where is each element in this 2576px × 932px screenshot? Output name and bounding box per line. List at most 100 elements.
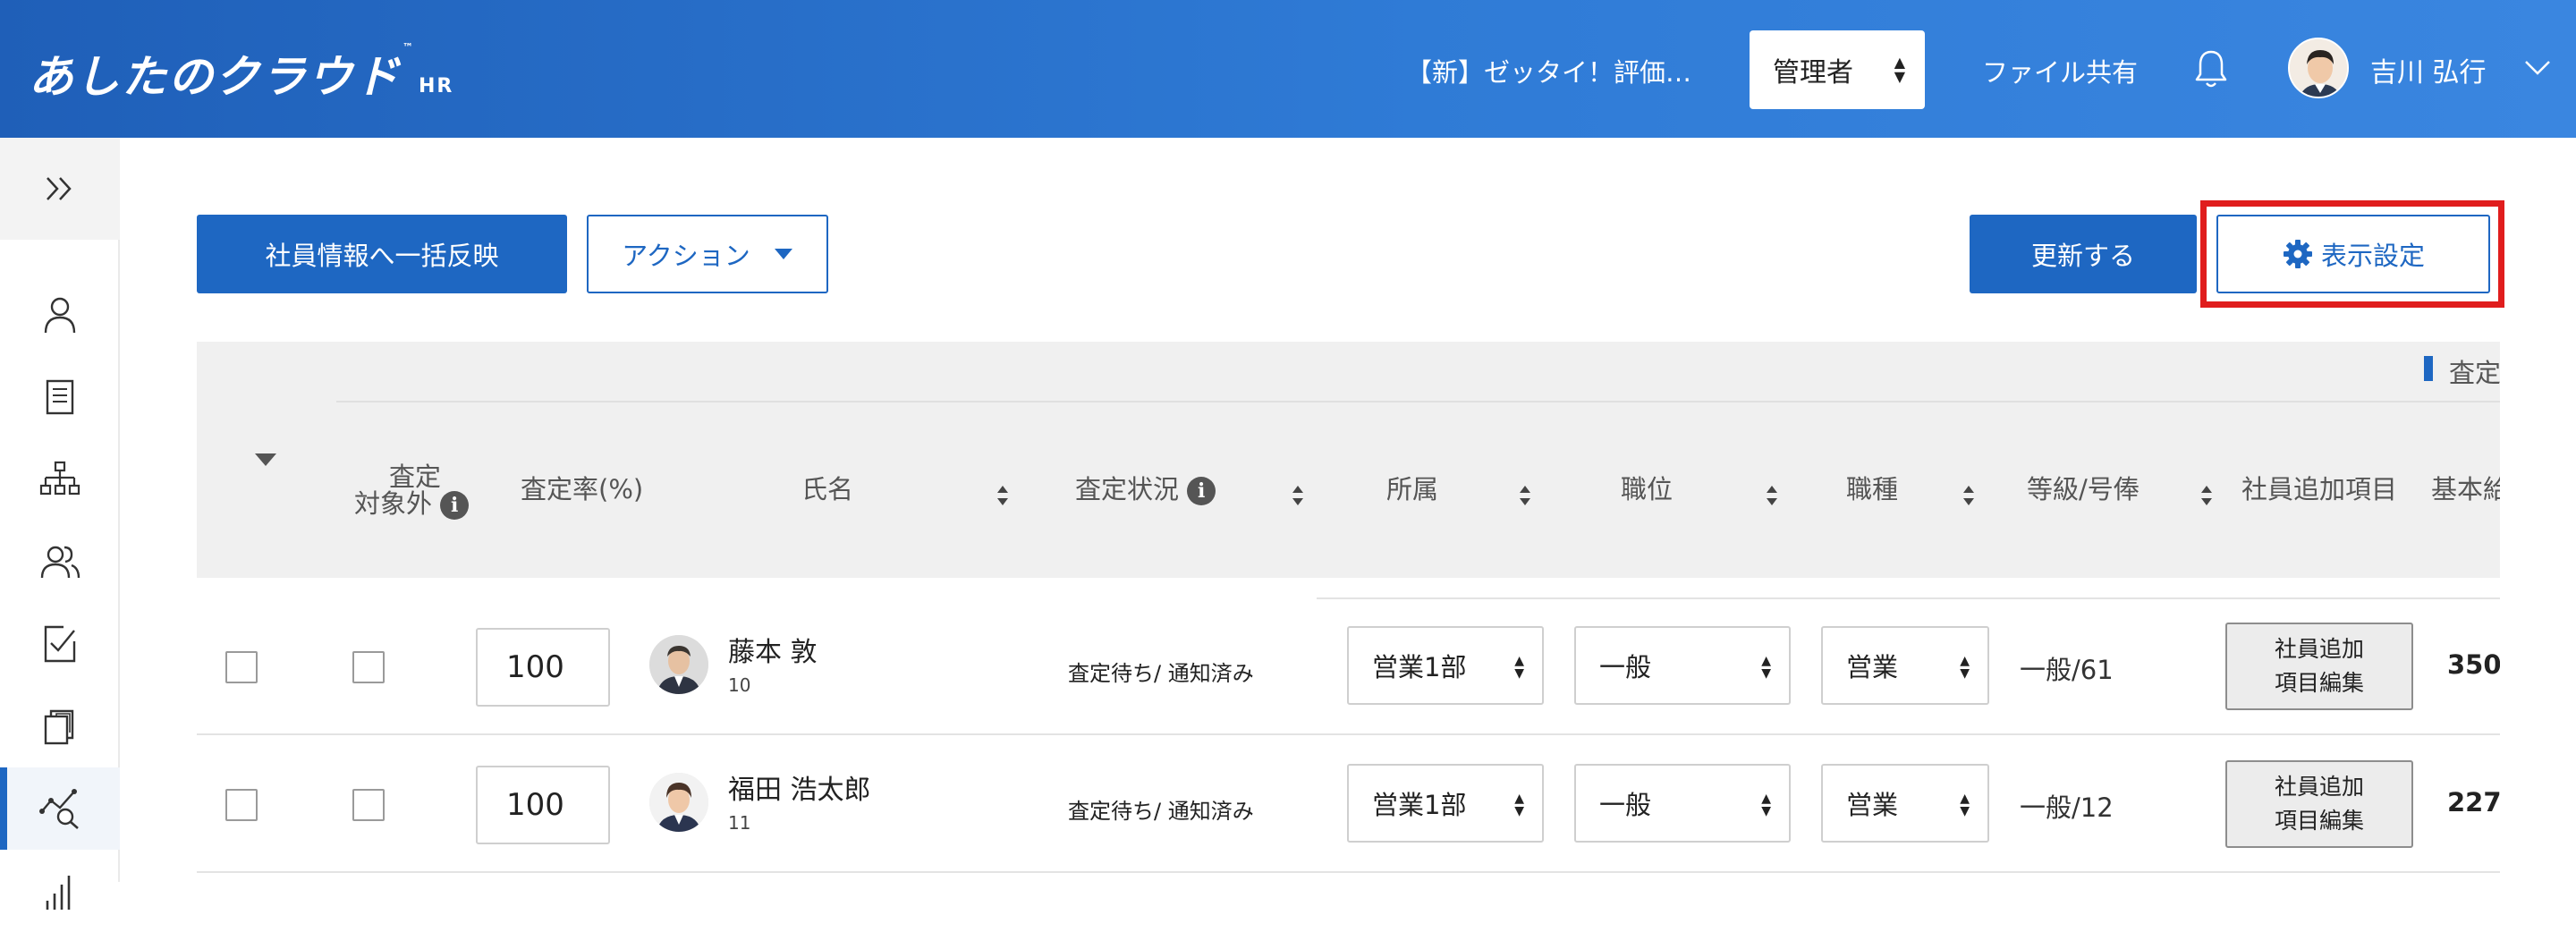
base-salary-value: 227, (2447, 787, 2500, 818)
excluded-checkbox[interactable] (352, 651, 385, 683)
checklist-icon (44, 625, 76, 663)
action-dropdown[interactable]: アクション (587, 215, 828, 293)
grade-value: 一般/12 (2020, 792, 2114, 823)
logo-text: あしたのクラウド (29, 51, 401, 103)
legend-label: 査定 (2449, 358, 2502, 388)
position-select[interactable]: 一般 ▲ ▼ (1574, 626, 1791, 705)
dept-select-value: 営業1部 (1372, 790, 1467, 820)
th-dept[interactable]: 所属 (1386, 474, 1438, 504)
sidebar-item-bar-chart[interactable] (0, 850, 120, 932)
th-excluded-row2: 対象外 i (354, 488, 470, 520)
info-icon[interactable]: i (440, 491, 470, 520)
logo-sub: HR (419, 75, 454, 97)
user-avatar-image (2290, 39, 2347, 97)
sidebar (0, 138, 120, 910)
th-name[interactable]: 氏名 (801, 474, 853, 504)
th-base[interactable]: 基本給 (2431, 474, 2500, 504)
action-dropdown-label: アクション (622, 241, 750, 271)
row-select-checkbox[interactable] (225, 651, 258, 683)
employee-photo (649, 635, 708, 694)
bulk-reflect-button[interactable]: 社員情報へ一括反映 (197, 215, 567, 293)
bar-chart-icon (46, 876, 71, 910)
row-divider (197, 871, 2500, 873)
rate-input[interactable]: 100 (476, 766, 610, 844)
th-position[interactable]: 職位 (1621, 474, 1673, 504)
position-select-value: 一般 (1599, 652, 1652, 682)
select-arrows-icon: ▲ ▼ (1761, 792, 1771, 818)
position-select[interactable]: 一般 ▲ ▼ (1574, 764, 1791, 843)
role-select-value: 管理者 (1773, 57, 1853, 89)
top-header: あしたのクラウド™ HR 【新】ゼッタイ！評価… 管理者 ▲ ▼ ファイル共有 吉川… (0, 0, 2576, 138)
sidebar-item-document[interactable] (0, 356, 120, 438)
th-status[interactable]: 査定状況 (1075, 474, 1179, 504)
row-divider (1317, 597, 2500, 599)
employee-name[interactable]: 藤本 敦 (728, 630, 818, 669)
double-chevron-right-icon (47, 177, 72, 200)
logo-trademark: ™ (402, 41, 415, 54)
extra-fields-edit-line1: 社員追加 (2274, 636, 2364, 662)
employee-photo (649, 773, 708, 832)
info-icon[interactable]: i (1187, 477, 1216, 505)
dept-select[interactable]: 営業1部 ▲ ▼ (1347, 764, 1544, 843)
sidebar-item-analytics[interactable] (0, 767, 120, 850)
select-arrows-icon: ▲ ▼ (1514, 792, 1524, 818)
app-logo[interactable]: あしたのクラウド™ HR (29, 41, 453, 106)
sidebar-item-group[interactable] (0, 521, 120, 603)
evaluation-status: 査定待ち/ 通知済み (1068, 799, 1254, 824)
extra-fields-edit-button[interactable]: 社員追加 項目編集 (2225, 760, 2413, 848)
select-arrows-icon: ▲ ▼ (1894, 54, 1905, 85)
employee-avatar (649, 773, 708, 832)
sidebar-expand-button[interactable] (0, 138, 120, 240)
update-button[interactable]: 更新する (1970, 215, 2197, 293)
row-select-checkbox[interactable] (225, 789, 258, 821)
extra-fields-edit-button[interactable]: 社員追加 項目編集 (2225, 623, 2413, 710)
sort-icon[interactable] (996, 486, 1009, 505)
employee-name[interactable]: 福田 浩太郎 (728, 767, 871, 807)
th-extra: 社員追加項目 (2241, 474, 2398, 504)
file-share-link[interactable]: ファイル共有 (1982, 52, 2138, 89)
role-select[interactable]: 管理者 ▲ ▼ (1750, 30, 1925, 109)
sidebar-item-copy[interactable] (0, 685, 120, 767)
legend-marker (2424, 356, 2433, 381)
select-arrows-icon: ▲ ▼ (1960, 792, 1970, 818)
sort-icon[interactable] (1766, 486, 1778, 505)
evaluation-status: 査定待ち/ 通知済み (1068, 661, 1254, 686)
org-chart-icon (39, 461, 80, 496)
select-arrows-icon: ▲ ▼ (1761, 654, 1771, 681)
sort-icon[interactable] (2200, 486, 2213, 505)
highlight-box (2200, 200, 2504, 308)
dept-select[interactable]: 営業1部 ▲ ▼ (1347, 626, 1544, 705)
user-name[interactable]: 吉川 弘行 (2370, 50, 2487, 89)
extra-fields-edit-line2: 項目編集 (2274, 808, 2364, 834)
th-excluded-line2: 対象外 (354, 488, 433, 519)
th-status-wrap: 査定状況 i (1075, 474, 1216, 505)
sort-icon[interactable] (1519, 486, 1531, 505)
sidebar-item-employee[interactable] (0, 274, 120, 356)
job-type-select[interactable]: 営業 ▲ ▼ (1821, 764, 1989, 843)
caret-down-icon (774, 249, 792, 259)
chevron-down-icon[interactable] (2522, 52, 2553, 82)
user-avatar[interactable] (2288, 38, 2349, 98)
sidebar-item-checklist[interactable] (0, 603, 120, 685)
base-salary-value: 350, (2447, 649, 2500, 680)
copy-icon (44, 709, 74, 745)
th-job-type[interactable]: 職種 (1846, 474, 1898, 504)
excluded-checkbox[interactable] (352, 789, 385, 821)
select-arrows-icon: ▲ ▼ (1960, 654, 1970, 681)
analytics-icon (39, 789, 79, 829)
select-all-caret-icon[interactable] (254, 453, 277, 467)
employee-number: 10 (728, 674, 751, 696)
job-type-select[interactable]: 営業 ▲ ▼ (1821, 626, 1989, 705)
th-grade[interactable]: 等級/号俸 (2027, 474, 2140, 504)
bell-icon[interactable] (2193, 48, 2229, 89)
job-type-select-value: 営業 (1846, 652, 1899, 682)
evaluation-title[interactable]: 【新】ゼッタイ！評価… (1406, 52, 1691, 89)
sort-icon[interactable] (1962, 486, 1975, 505)
rate-input[interactable]: 100 (476, 628, 610, 707)
sort-icon[interactable] (1292, 486, 1304, 505)
employee-number: 11 (728, 812, 751, 834)
sidebar-item-organization[interactable] (0, 438, 120, 521)
th-excluded: 査定 (354, 462, 476, 492)
extra-fields-edit-line1: 社員追加 (2274, 774, 2364, 800)
job-type-select-value: 営業 (1846, 790, 1899, 820)
